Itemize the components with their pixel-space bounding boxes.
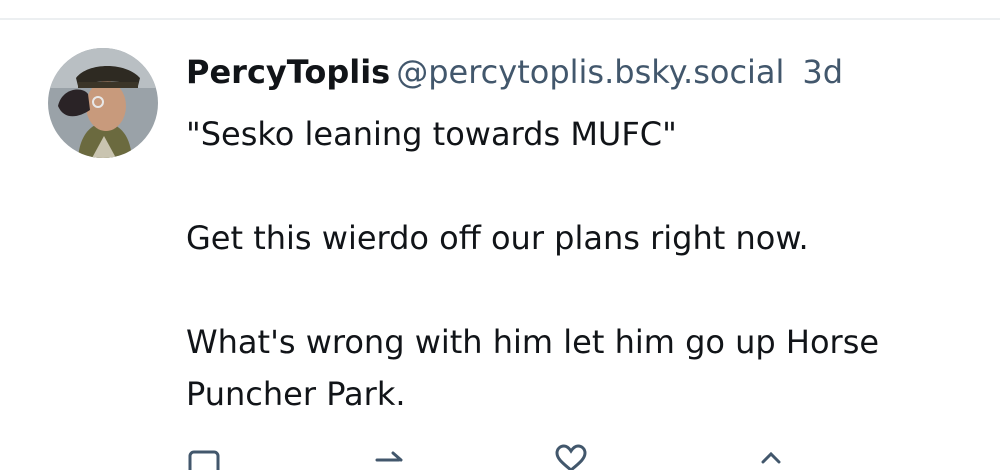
- post-line-1: "Sesko leaning towards MUFC": [186, 115, 677, 153]
- author-display-name[interactable]: PercyToplis: [186, 53, 390, 91]
- post-line-2: Get this wierdo off our plans right now.: [186, 219, 809, 257]
- post-timestamp[interactable]: 3d: [802, 53, 843, 91]
- repost-icon: [375, 451, 403, 462]
- avatar[interactable]: [48, 48, 158, 158]
- post-line-3: What's wrong with him let him go up Hors…: [186, 323, 880, 413]
- more-icon: [761, 451, 781, 464]
- author-handle[interactable]: @percytoplis.bsky.social: [396, 53, 784, 91]
- like-button[interactable]: [551, 440, 591, 470]
- reply-icon: [188, 450, 220, 470]
- repost-button[interactable]: [371, 440, 411, 470]
- post-text: "Sesko leaning towards MUFC" Get this wi…: [186, 108, 966, 420]
- top-divider: [0, 0, 1000, 20]
- reply-button[interactable]: [186, 440, 226, 470]
- post-actions: [186, 440, 886, 470]
- post-header: PercyToplis @percytoplis.bsky.social 3d: [186, 50, 843, 94]
- more-button[interactable]: [751, 440, 791, 470]
- like-icon: [555, 444, 587, 470]
